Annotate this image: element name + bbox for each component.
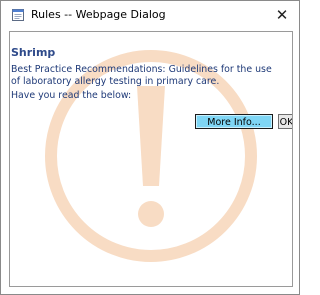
document-icon	[12, 9, 24, 21]
read-question: Have you read the below:	[11, 90, 132, 101]
title-bar[interactable]: Rules -- Webpage Dialog ✕	[1, 1, 299, 31]
dialog-window: Rules -- Webpage Dialog ✕ Shrimp Best Pr…	[0, 0, 300, 295]
ok-button[interactable]: OK	[278, 114, 292, 129]
close-icon[interactable]: ✕	[271, 5, 293, 25]
rule-description: Best Practice Recommendations: Guideline…	[11, 64, 272, 87]
window-title: Rules -- Webpage Dialog	[31, 8, 166, 21]
more-info-button[interactable]: More Info...	[195, 114, 273, 129]
rule-heading: Shrimp	[11, 46, 56, 59]
dialog-content: Shrimp Best Practice Recommendations: Gu…	[9, 31, 293, 287]
